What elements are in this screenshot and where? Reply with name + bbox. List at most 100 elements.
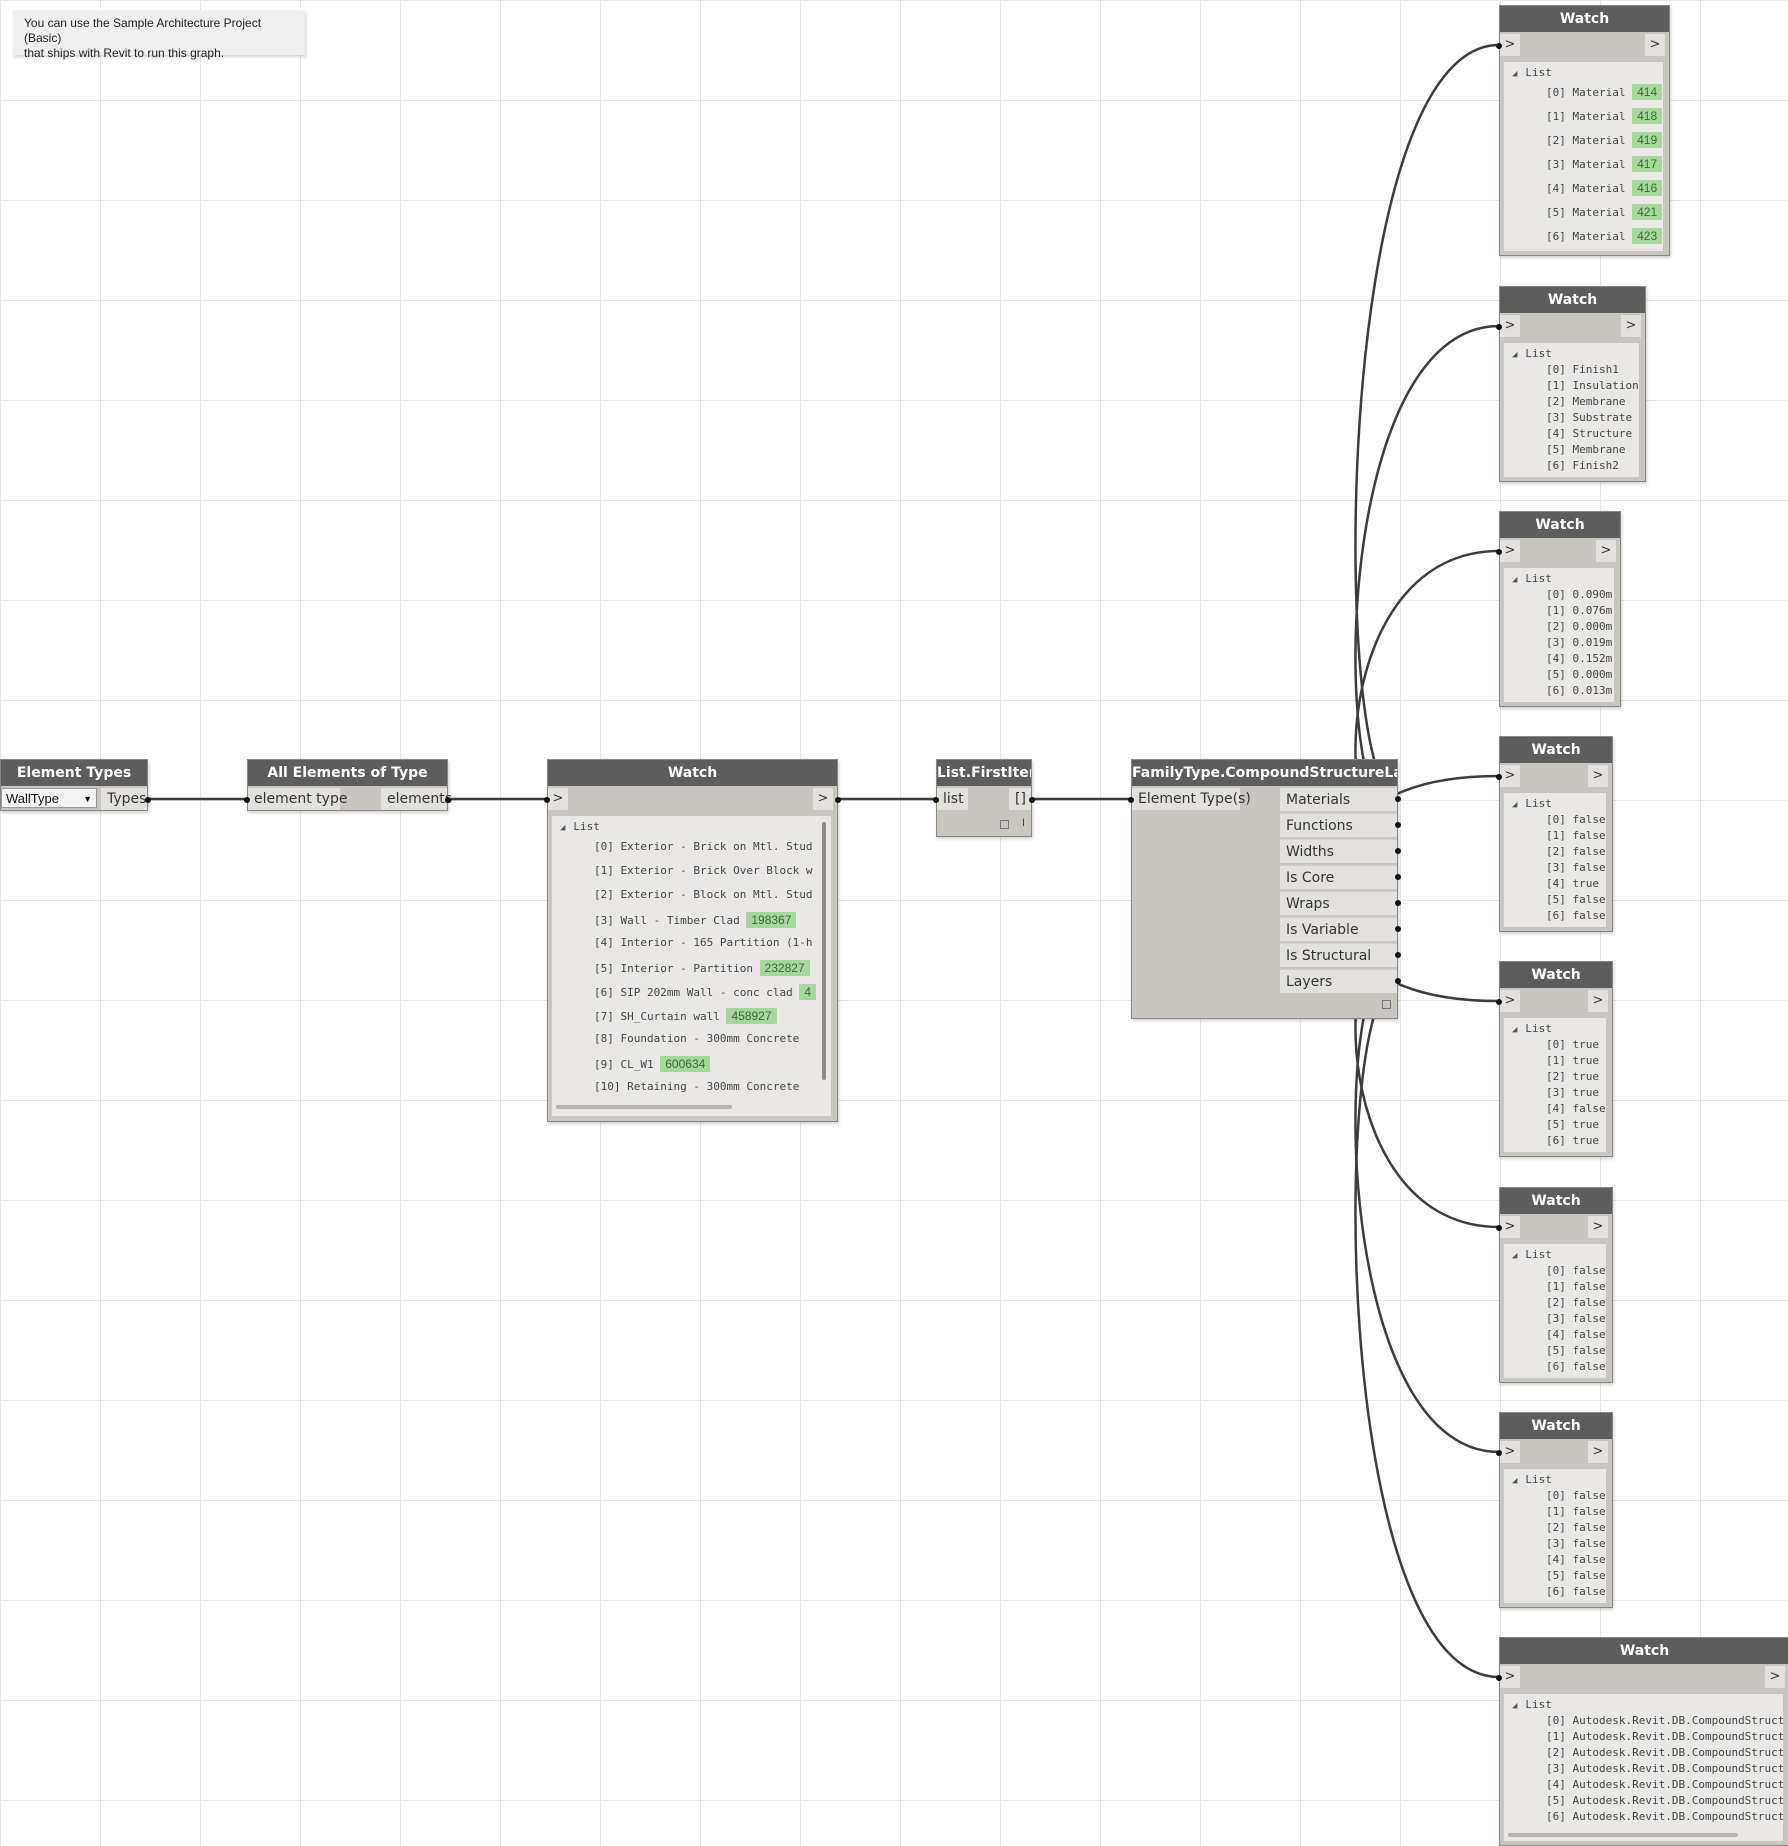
input-port[interactable]: > bbox=[1500, 1441, 1520, 1463]
list-item[interactable]: [1] Insulation bbox=[1546, 379, 1639, 392]
input-port-dot[interactable] bbox=[1128, 797, 1134, 803]
list-item[interactable]: [5] false bbox=[1546, 1569, 1606, 1582]
output-port-dot[interactable] bbox=[145, 797, 151, 803]
watch-list-view[interactable]: ◢ List [0] Material 414 [1] Material 418 [2]… bbox=[1504, 62, 1663, 251]
input-port[interactable]: > bbox=[1500, 1666, 1520, 1688]
list-item[interactable]: [3] 0.019m bbox=[1546, 636, 1612, 649]
list-item[interactable]: [5] Interior - Partition 232827 bbox=[594, 960, 810, 976]
vertical-scrollbar[interactable] bbox=[822, 822, 826, 1080]
input-port[interactable]: > bbox=[548, 788, 568, 810]
list-item[interactable]: [6] false bbox=[1546, 1585, 1606, 1598]
input-port[interactable]: > bbox=[1500, 990, 1520, 1012]
output-port[interactable]: > bbox=[1588, 990, 1608, 1012]
list-item[interactable]: [1] false bbox=[1546, 1280, 1606, 1293]
list-item[interactable]: [6] Autodesk.Revit.DB.CompoundStruct bbox=[1546, 1810, 1783, 1823]
list-header[interactable]: ◢ List bbox=[1512, 1248, 1552, 1261]
element-id-badge[interactable]: 414 bbox=[1632, 84, 1663, 100]
input-port-dot[interactable] bbox=[933, 797, 939, 803]
output-port[interactable]: > bbox=[1588, 1441, 1608, 1463]
watch-list-view[interactable]: ◢ List [0] false [1] false [2] false [3] fals… bbox=[1504, 1469, 1606, 1603]
input-port[interactable]: > bbox=[1500, 1216, 1520, 1238]
collapse-triangle-icon[interactable]: ◢ bbox=[1512, 575, 1517, 585]
list-item[interactable]: [6] false bbox=[1546, 1360, 1606, 1373]
output-port[interactable]: > bbox=[1596, 540, 1616, 562]
watch-node-4[interactable]: Watch > > ◢ List [0] false [1] false [2] false[… bbox=[1496, 736, 1613, 932]
output-port-dot[interactable] bbox=[1395, 822, 1401, 828]
watch-node-6[interactable]: Watch > > ◢ List [0] false [1] false [2] false[… bbox=[1496, 1187, 1613, 1383]
list-item[interactable]: [0] true bbox=[1546, 1038, 1599, 1051]
element-id-badge[interactable]: 417 bbox=[1632, 156, 1663, 172]
list-item[interactable]: [5] Material 421 bbox=[1546, 204, 1663, 220]
element-id-badge[interactable]: 418 bbox=[1632, 108, 1663, 124]
list-item[interactable]: [10] Retaining - 300mm Concrete bbox=[594, 1080, 799, 1093]
list-item[interactable]: [3] Autodesk.Revit.DB.CompoundStruct bbox=[1546, 1762, 1783, 1775]
watch-node-elements[interactable]: Watch > > ◢ List [0] Exterior - Brick on … bbox=[544, 759, 841, 1122]
watch-list-view[interactable]: ◢ List [0] Finish1 [1] Insulation [2] Membra… bbox=[1504, 343, 1639, 477]
output-port[interactable]: > bbox=[1588, 1216, 1608, 1238]
collapse-triangle-icon[interactable]: ◢ bbox=[1512, 350, 1517, 360]
list-item[interactable]: [1] Exterior - Brick Over Block w bbox=[594, 864, 813, 877]
collapse-triangle-icon[interactable]: ◢ bbox=[1512, 800, 1517, 810]
preview-toggle-icon[interactable] bbox=[1382, 1000, 1391, 1009]
list-item[interactable]: [2] 0.000m bbox=[1546, 620, 1612, 633]
output-port-dot[interactable] bbox=[1395, 900, 1401, 906]
output-port-dot[interactable] bbox=[1029, 797, 1035, 803]
input-port-dot[interactable] bbox=[244, 797, 250, 803]
list-item[interactable]: [3] false bbox=[1546, 1537, 1606, 1550]
list-item[interactable]: [4] Autodesk.Revit.DB.CompoundStruct bbox=[1546, 1778, 1783, 1791]
watch-node-2[interactable]: Watch > > ◢ List [0] Finish1 [1] Insulation [2]… bbox=[1496, 286, 1646, 482]
input-port[interactable]: > bbox=[1500, 34, 1520, 56]
list-item[interactable]: [5] Membrane bbox=[1546, 443, 1625, 456]
watch-node-7[interactable]: Watch > > ◢ List [0] false [1] false [2] false[… bbox=[1496, 1412, 1613, 1608]
list-item[interactable]: [4] Material 416 bbox=[1546, 180, 1663, 196]
output-port-functions[interactable]: Functions bbox=[1280, 813, 1397, 837]
input-port-dot[interactable] bbox=[1496, 43, 1502, 49]
output-port-wraps[interactable]: Wraps bbox=[1280, 891, 1397, 915]
list-header[interactable]: ◢ List bbox=[1512, 1022, 1552, 1035]
list-item[interactable]: [1] Autodesk.Revit.DB.CompoundStruct bbox=[1546, 1730, 1783, 1743]
list-item[interactable]: [1] false bbox=[1546, 829, 1606, 842]
wire-layers[interactable] bbox=[1354, 978, 1500, 1679]
input-port[interactable]: > bbox=[1500, 315, 1520, 337]
output-port-dot[interactable] bbox=[1395, 796, 1401, 802]
list-item[interactable]: [6] SIP 202mm Wall - conc clad 4 bbox=[594, 984, 816, 1000]
list-header[interactable]: ◢ List bbox=[560, 820, 600, 833]
list-item[interactable]: [2] true bbox=[1546, 1070, 1599, 1083]
list-header[interactable]: ◢ List bbox=[1512, 572, 1552, 585]
list-item[interactable]: [3] Substrate bbox=[1546, 411, 1632, 424]
input-port-list[interactable]: list bbox=[937, 788, 968, 810]
list-item[interactable]: [4] Structure bbox=[1546, 427, 1632, 440]
list-item[interactable]: [2] Autodesk.Revit.DB.CompoundStruct bbox=[1546, 1746, 1783, 1759]
list-item[interactable]: [3] true bbox=[1546, 1086, 1599, 1099]
list-item[interactable]: [4] 0.152m bbox=[1546, 652, 1612, 665]
input-port-dot[interactable] bbox=[1496, 999, 1502, 1005]
list-item[interactable]: [8] Foundation - 300mm Concrete bbox=[594, 1032, 799, 1045]
element-id-badge[interactable]: 419 bbox=[1632, 132, 1663, 148]
collapse-triangle-icon[interactable]: ◢ bbox=[1512, 1701, 1517, 1711]
list-item[interactable]: [2] false bbox=[1546, 845, 1606, 858]
list-item[interactable]: [5] false bbox=[1546, 1344, 1606, 1357]
list-item[interactable]: [3] Wall - Timber Clad 198367 bbox=[594, 912, 797, 928]
list-item[interactable]: [3] Material 417 bbox=[1546, 156, 1663, 172]
collapse-triangle-icon[interactable]: ◢ bbox=[560, 823, 565, 833]
list-header[interactable]: ◢ List bbox=[1512, 347, 1552, 360]
list-item[interactable]: [9] CL_W1 600634 bbox=[594, 1056, 711, 1072]
list-item[interactable]: [6] Material 423 bbox=[1546, 228, 1663, 244]
output-port-elements[interactable]: elements bbox=[381, 788, 452, 810]
watch-node-5[interactable]: Watch > > ◢ List [0] true [1] true [2] true [3] … bbox=[1496, 961, 1613, 1157]
wire-materials[interactable] bbox=[1354, 43, 1500, 800]
collapse-triangle-icon[interactable]: ◢ bbox=[1512, 69, 1517, 79]
list-item[interactable]: [0] Autodesk.Revit.DB.CompoundStruct bbox=[1546, 1714, 1783, 1727]
list-item[interactable]: [0] Finish1 bbox=[1546, 363, 1619, 376]
output-port-materials[interactable]: Materials bbox=[1280, 787, 1397, 811]
output-port-dot[interactable] bbox=[1395, 952, 1401, 958]
wire-functions[interactable] bbox=[1354, 324, 1500, 826]
horizontal-scrollbar[interactable] bbox=[556, 1105, 732, 1109]
element-id-badge[interactable]: 600634 bbox=[660, 1056, 711, 1072]
input-port-element-type[interactable]: element type bbox=[248, 788, 347, 810]
list-item[interactable]: [4] false bbox=[1546, 1328, 1606, 1341]
watch-node-8[interactable]: Watch > > ◢ List [0] Autodesk.Revit.DB.Compou… bbox=[1496, 1637, 1788, 1846]
watch-node-3[interactable]: Watch > > ◢ List [0] 0.090m [1] 0.076m [2] 0.00… bbox=[1496, 511, 1621, 707]
list-item[interactable]: [5] false bbox=[1546, 893, 1606, 906]
output-port-dot[interactable] bbox=[1395, 926, 1401, 932]
